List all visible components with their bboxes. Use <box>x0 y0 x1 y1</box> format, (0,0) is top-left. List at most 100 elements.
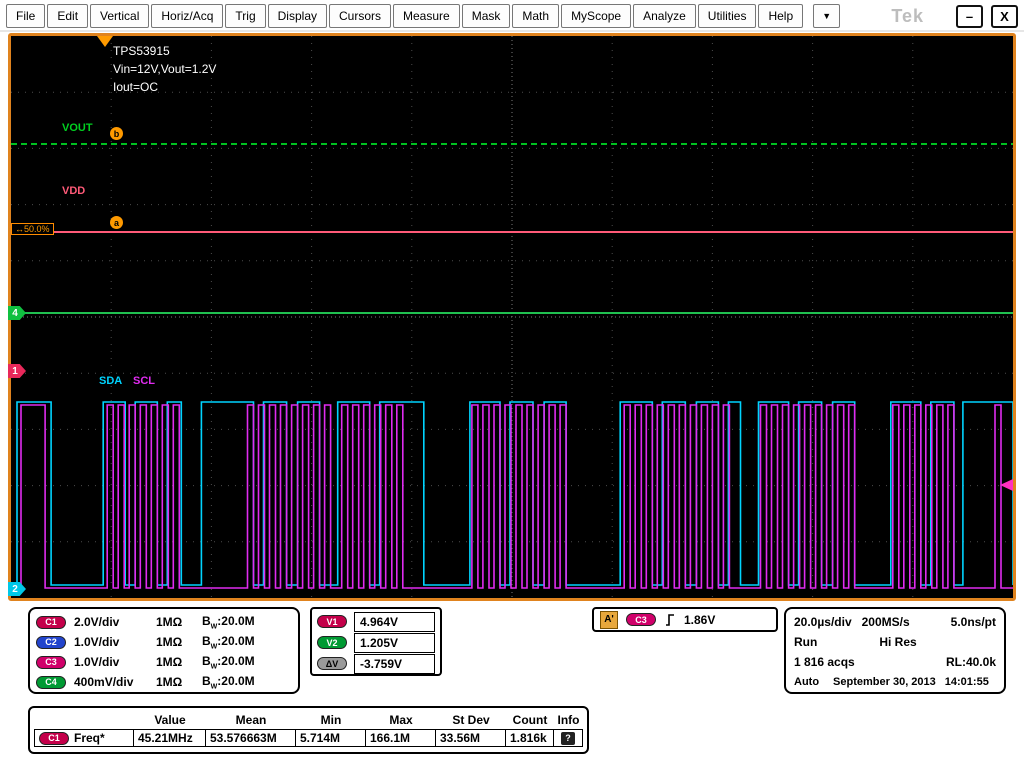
timebase-row-3: 1 816 acqs RL:40.0k <box>794 652 996 672</box>
acq-count: 1 816 acqs <box>794 655 855 669</box>
measurement-info-cell[interactable]: ? <box>553 729 583 747</box>
menu-item-mask[interactable]: Mask <box>462 4 511 28</box>
channel-scale: 1.0V/div <box>74 635 156 649</box>
marker-b[interactable]: b <box>110 127 123 140</box>
timebase-scale: 20.0µs/div <box>794 615 852 629</box>
rising-edge-icon <box>664 612 676 628</box>
menu-item-vertical[interactable]: Vertical <box>90 4 149 28</box>
channel-impedance: 1MΩ <box>156 635 202 649</box>
channel-readout-c3[interactable]: C3 1.0V/div1MΩBW:20.0M <box>36 652 298 672</box>
close-button[interactable]: X <box>991 5 1018 28</box>
tek-logo: Tek <box>891 6 924 27</box>
channel-impedance: 1MΩ <box>156 655 202 669</box>
table-row: C1Freq*45.21MHz53.576663M5.714M166.1M33.… <box>34 729 583 747</box>
channel-impedance: 1MΩ <box>156 615 202 629</box>
channel-bandwidth: BW:20.0M <box>202 614 255 630</box>
channel-scale: 1.0V/div <box>74 655 156 669</box>
record-length: RL:40.0k <box>946 655 996 669</box>
channel-bandwidth: BW:20.0M <box>202 674 255 690</box>
channel-scale: 2.0V/div <box>74 615 156 629</box>
trigger-mode: Auto <box>794 676 819 688</box>
timebase-row-1: 20.0µs/div 200MS/s 5.0ns/pt <box>794 612 996 632</box>
measurement-table: ValueMeanMinMaxSt DevCountInfo C1Freq*45… <box>28 706 589 754</box>
trigger-readout-panel: A' C3 1.86V <box>592 607 778 632</box>
menu-item-myscope[interactable]: MyScope <box>561 4 631 28</box>
cursor-value-v2: 1.205V <box>354 633 435 653</box>
cursor-row-v2: V2 1.205V <box>317 632 435 653</box>
table-header-st-dev: St Dev <box>436 710 506 729</box>
channel-badge-c2: C2 <box>36 636 66 649</box>
measurement-name: Freq* <box>74 731 105 745</box>
menu-item-edit[interactable]: Edit <box>47 4 88 28</box>
measurement-name-cell[interactable]: C1 Freq* <box>34 729 134 747</box>
scope-display: TPS53915 Vin=12V,Vout=1.2V Iout=OC VOUT … <box>8 33 1016 601</box>
channel-readout-c1[interactable]: C1 2.0V/div1MΩBW:20.0M <box>36 612 298 632</box>
cursor-readout-panel: V1 4.964V V2 1.205V ΔV -3.759V <box>310 607 442 676</box>
menu-item-horiz-acq[interactable]: Horiz/Acq <box>151 4 223 28</box>
menu-item-display[interactable]: Display <box>268 4 327 28</box>
table-header-value: Value <box>134 710 206 729</box>
channel-rows: C12.0V/div1MΩBW:20.0MC21.0V/div1MΩBW:20.… <box>36 612 298 692</box>
menu-item-measure[interactable]: Measure <box>393 4 460 28</box>
scl-label: SCL <box>133 375 155 387</box>
trace-sda <box>11 402 1013 585</box>
menu-item-math[interactable]: Math <box>512 4 559 28</box>
channel-bandwidth: BW:20.0M <box>202 654 255 670</box>
acq-mode: Hi Res <box>879 635 916 649</box>
vdd-label: VDD <box>62 185 85 197</box>
measurement-st-dev: 33.56M <box>435 729 506 747</box>
cursor-row-dv: ΔV -3.759V <box>317 653 435 674</box>
resolution: 5.0ns/pt <box>951 615 996 629</box>
table-header-min: Min <box>296 710 366 729</box>
measurement-channel-badge: C1 <box>39 732 69 745</box>
cursor-value-v1: 4.964V <box>354 612 435 632</box>
trigger-source-badge: C3 <box>626 613 656 626</box>
cursor-badge-dv: ΔV <box>317 657 347 670</box>
table-header-count: Count <box>506 710 554 729</box>
cursor-row-v1: V1 4.964V <box>317 611 435 632</box>
trigger-position-marker[interactable] <box>97 36 113 47</box>
vout-label: VOUT <box>62 122 93 134</box>
cursor-rows: V1 4.964V V2 1.205V ΔV -3.759V <box>317 611 435 674</box>
channel-badge-c1: C1 <box>36 616 66 629</box>
menu-items: FileEditVerticalHoriz/AcqTrigDisplayCurs… <box>6 4 805 28</box>
menu-item-analyze[interactable]: Analyze <box>633 4 696 28</box>
channel-scale: 400mV/div <box>74 675 156 689</box>
channel-readout-c2[interactable]: C21.0V/div1MΩBW:20.0M <box>36 632 298 652</box>
sda-label: SDA <box>99 375 122 387</box>
trigger-a-badge: A' <box>600 611 618 629</box>
info-icon[interactable]: ? <box>561 732 575 745</box>
marker-a[interactable]: a <box>110 216 123 229</box>
menu-dropdown-button[interactable]: ▼ <box>813 4 840 28</box>
measurement-table-rows: C1Freq*45.21MHz53.576663M5.714M166.1M33.… <box>34 729 583 747</box>
cursor-value-dv: -3.759V <box>354 654 435 674</box>
timebase-row-2: Run Hi Res <box>794 632 996 652</box>
date-readout: September 30, 2013 <box>833 676 936 688</box>
cursor-badge-v2: V2 <box>317 636 347 649</box>
window-controls: Tek – X <box>891 5 1018 28</box>
annotation-line1: TPS53915 <box>113 44 170 58</box>
channel-readout-c4[interactable]: C4 400mV/div1MΩBW:20.0M <box>36 672 298 692</box>
menu-item-cursors[interactable]: Cursors <box>329 4 391 28</box>
table-header-max: Max <box>366 710 436 729</box>
menu-item-utilities[interactable]: Utilities <box>698 4 757 28</box>
time-readout: 14:01:55 <box>945 676 989 688</box>
run-state: Run <box>794 635 817 649</box>
measurement-value: 45.21MHz <box>133 729 206 747</box>
sample-rate: 200MS/s <box>862 615 910 629</box>
timebase-panel: 20.0µs/div 200MS/s 5.0ns/pt Run Hi Res 1… <box>784 607 1006 694</box>
measurement-count: 1.816k <box>505 729 554 747</box>
table-header-name <box>34 710 134 729</box>
menu-item-trig[interactable]: Trig <box>225 4 265 28</box>
channel-impedance: 1MΩ <box>156 675 202 689</box>
menu-item-file[interactable]: File <box>6 4 45 28</box>
horizontal-position-readout: ↔50.0% <box>11 223 54 235</box>
channel-badge-c3: C3 <box>36 656 66 669</box>
timebase-row-4: Auto September 30, 2013 14:01:55 <box>794 672 996 692</box>
channel-badge-c4: C4 <box>36 676 66 689</box>
trigger-level: 1.86V <box>684 613 715 627</box>
cursor-badge-v1: V1 <box>317 615 347 628</box>
table-header-mean: Mean <box>206 710 296 729</box>
minimize-button[interactable]: – <box>956 5 983 28</box>
menu-item-help[interactable]: Help <box>758 4 803 28</box>
